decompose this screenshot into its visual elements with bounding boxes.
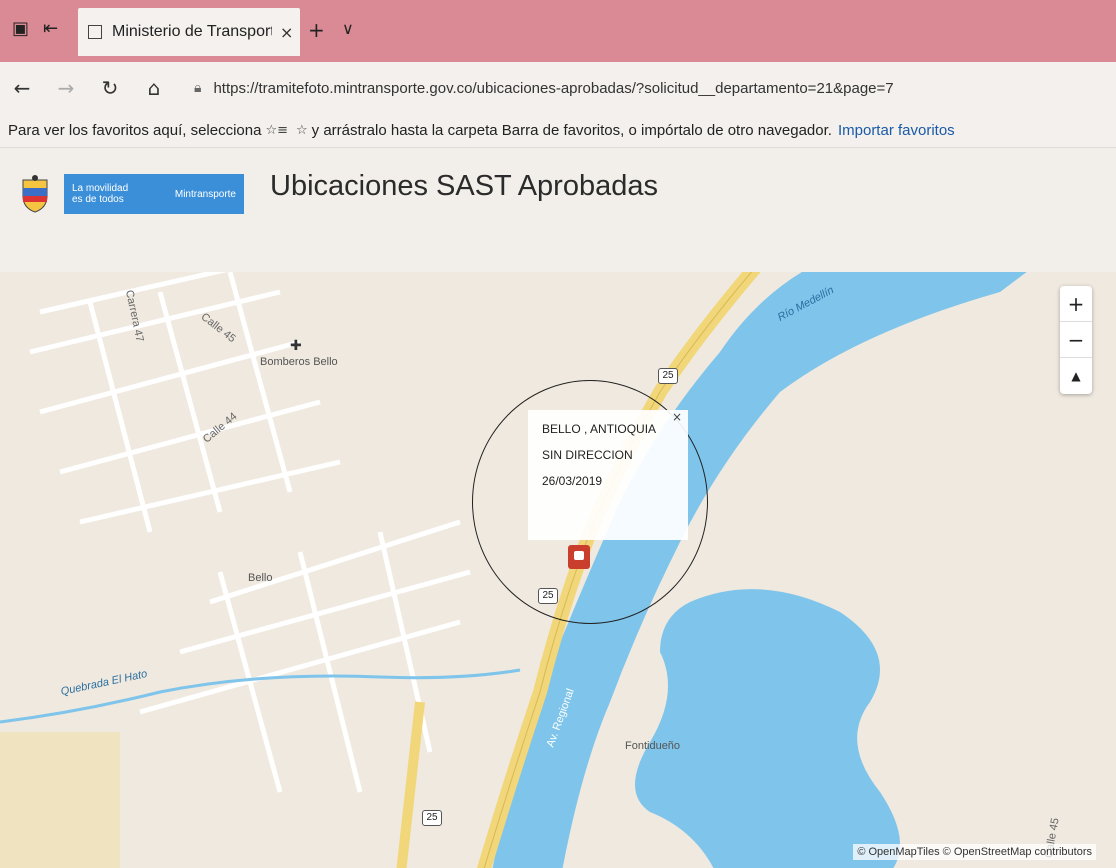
brand-slogan: La movilidad es de todos [72, 183, 128, 205]
map-attribution[interactable]: © OpenMapTiles © OpenStreetMap contribut… [853, 844, 1096, 860]
zoom-out-button[interactable]: − [1060, 322, 1092, 358]
brand-line-2: es de todos [72, 194, 124, 205]
header-logo[interactable]: La movilidad es de todos Mintransporte [18, 174, 244, 214]
tab-bar: ▣ ⇤ Ministerio de Transporte × + ∨ [0, 0, 1116, 62]
tabs-aside-icon[interactable]: ▣ [12, 18, 29, 39]
favorites-list-icon: ☆≡ [265, 123, 289, 138]
map-label-fontidueno: Fontidueño [625, 740, 681, 752]
back-arrow-icon[interactable]: ← [0, 76, 44, 100]
route-shield: 25 [422, 810, 442, 826]
import-favorites-link[interactable]: Importar favoritos [838, 122, 955, 139]
lock-icon: 🔒︎ [194, 80, 202, 96]
zoom-control: + − ▲ [1060, 286, 1092, 394]
favorites-hint-text: Para ver los favoritos aquí, selecciona [8, 122, 262, 139]
popup-address: SIN DIRECCION [542, 448, 633, 462]
refresh-icon[interactable]: ↻ [88, 76, 132, 100]
map-label-bomberos: Bomberos Bello [260, 356, 338, 368]
popup-close-icon[interactable]: × [672, 410, 682, 424]
star-icon: ☆ [296, 123, 308, 138]
active-tab[interactable]: Ministerio de Transporte × [78, 8, 300, 56]
page-icon [88, 25, 102, 39]
popup-location: BELLO , ANTIOQUIA [542, 422, 657, 436]
route-shield: 25 [658, 368, 678, 384]
page-title: Ubicaciones SAST Aprobadas [270, 170, 658, 202]
url-field[interactable]: 🔒︎ https://tramitefoto.mintransporte.gov… [194, 80, 894, 97]
url-text[interactable]: https://tramitefoto.mintransporte.gov.co… [213, 80, 893, 97]
favorites-bar: Para ver los favoritos aquí, selecciona … [0, 114, 1116, 148]
tab-close-icon[interactable]: × [280, 23, 293, 42]
tab-controls: ▣ ⇤ [12, 18, 58, 39]
zoom-in-button[interactable]: + [1060, 286, 1092, 322]
compass-button[interactable]: ▲ [1060, 358, 1092, 394]
colombia-crest-icon [22, 175, 48, 213]
brand-name: Mintransporte [174, 188, 236, 200]
new-tab-button[interactable]: + [308, 18, 325, 42]
camera-marker-icon[interactable] [568, 545, 590, 569]
brand-line-1: La movilidad [72, 183, 129, 194]
restore-tabs-icon[interactable]: ⇤ [43, 18, 58, 39]
tab-list-chevron-icon[interactable]: ∨ [342, 19, 354, 38]
tab-title: Ministerio de Transporte [112, 23, 272, 40]
forward-arrow-icon[interactable]: → [44, 76, 88, 100]
address-bar: ← → ↻ ⌂ 🔒︎ https://tramitefoto.mintransp… [0, 62, 1116, 114]
location-popup: × BELLO , ANTIOQUIA SIN DIRECCION 26/03/… [528, 410, 688, 540]
home-icon[interactable]: ⌂ [132, 76, 176, 100]
popup-date: 26/03/2019 [542, 474, 603, 488]
map-label-bello: Bello [248, 572, 273, 584]
favorites-hint-text-2: y arrástralo hasta la carpeta Barra de f… [311, 122, 832, 139]
brand-banner: La movilidad es de todos Mintransporte [64, 174, 244, 214]
fire-station-icon: ✚ [290, 338, 302, 354]
